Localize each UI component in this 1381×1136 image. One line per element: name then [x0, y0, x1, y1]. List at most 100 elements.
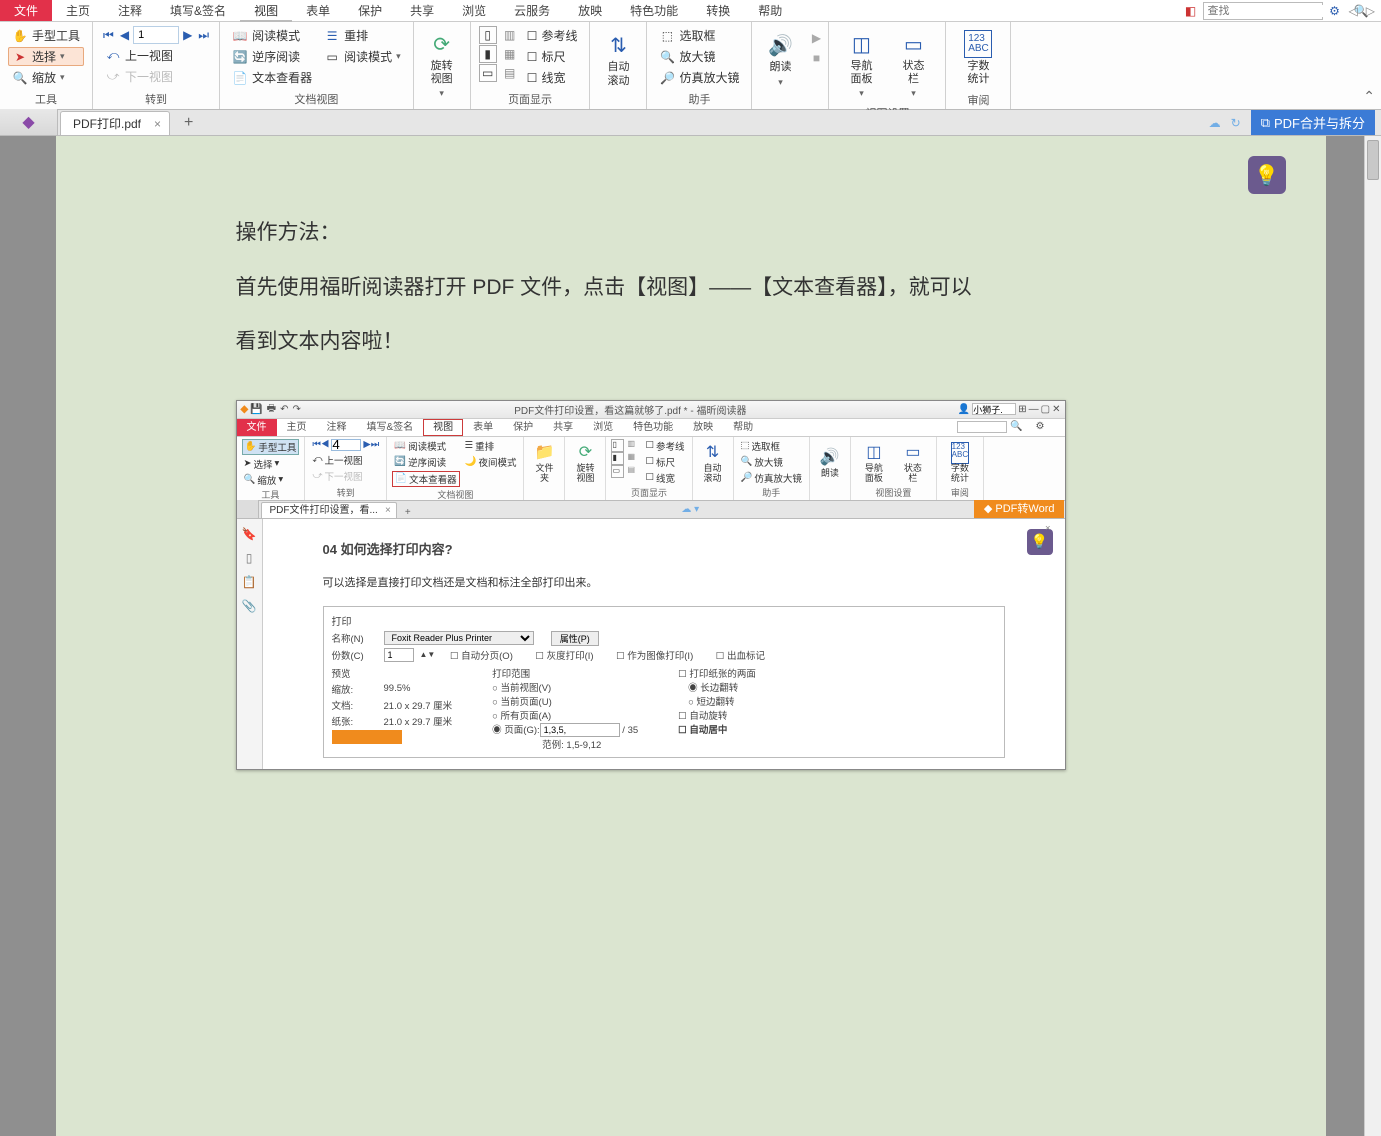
reflow-icon: ☰ [324, 28, 340, 44]
inner-menu-file: 文件 [237, 419, 277, 436]
inner-status: ▭状态 栏 [895, 439, 931, 485]
word-count[interactable]: 123ABC字数 统计 [954, 26, 1002, 90]
loupe[interactable]: 🔎仿真放大镜 [655, 68, 743, 87]
read-mode-2[interactable]: ▭阅读模式 [320, 47, 405, 66]
inner-menu-protect: 保护 [503, 419, 543, 436]
menu-convert[interactable]: 转换 [692, 0, 744, 21]
inner-marquee: ⬚选取框 [739, 439, 804, 453]
menu-comment[interactable]: 注释 [104, 0, 156, 21]
prev-view[interactable]: ⤺上一视图 [101, 46, 211, 65]
prev-page-icon[interactable]: ◀ [118, 28, 131, 42]
tips-icon[interactable]: 💡 [1248, 156, 1286, 194]
nav-panel-icon: ◫ [847, 30, 875, 58]
inner-hand-tool: ✋手型工具 [242, 439, 300, 455]
read-mode[interactable]: 📖阅读模式 [228, 26, 316, 45]
inner-pdf-to-word: ◆ PDF转Word [974, 500, 1065, 518]
ribbon-group-assist: ⬚选取框 🔍放大镜 🔎仿真放大镜 助手 [647, 22, 752, 109]
auto-scroll[interactable]: ⇅自动 滚动 [594, 26, 642, 93]
select-tool[interactable]: ➤选择 ▾ [8, 47, 84, 66]
ribbon-group-viewset: ◫导航 面板 ▭状态 栏 视图设置 [829, 22, 946, 109]
pdf-page: 💡 操作方法： 首先使用福昕阅读器打开 PDF 文件，点击【视图】——【文本查看… [56, 136, 1326, 1136]
pdf-merge-split-button[interactable]: ⧉PDF合并与拆分 [1251, 110, 1375, 135]
search-box[interactable]: 🔍 [1203, 2, 1323, 20]
close-tab-icon[interactable]: × [154, 117, 161, 131]
menu-form[interactable]: 表单 [292, 0, 344, 21]
status-bar[interactable]: ▭状态 栏 [889, 26, 937, 103]
reflow[interactable]: ☰重排 [320, 26, 405, 45]
inner-menu-browse: 浏览 [583, 419, 623, 436]
menu-view[interactable]: 视图 [240, 0, 292, 21]
menu-protect[interactable]: 保护 [344, 0, 396, 21]
read-aloud[interactable]: 🔊朗读 [756, 26, 804, 93]
ribbon-group-tools: ✋手型工具 ➤选择 ▾ 🔍缩放 工具 [0, 22, 93, 109]
menu-play[interactable]: 放映 [564, 0, 616, 21]
inner-menu-form: 表单 [463, 419, 503, 436]
inner-dlg-close-icon: × [1045, 523, 1051, 534]
ribbon-group-pagedisp: ▯ ▮ ▭ ▥ ▦ ▤ ☐参考线 ☐标尺 ☐线宽 页面显示 [471, 22, 591, 109]
cont-two-icon[interactable]: ▦ [501, 45, 519, 63]
line-width[interactable]: ☐线宽 [523, 68, 582, 87]
inner-read: 🔊朗读 [812, 439, 848, 486]
marquee[interactable]: ⬚选取框 [655, 26, 743, 45]
hand-tool[interactable]: ✋手型工具 [8, 26, 84, 45]
inner-page-nav: ⏮◀▶⏭ [310, 439, 381, 451]
group-label-review: 审阅 [954, 90, 1002, 110]
menu-fill-sign[interactable]: 填写&签名 [156, 0, 240, 21]
menu-share[interactable]: 共享 [396, 0, 448, 21]
zoom-tool[interactable]: 🔍缩放 [8, 68, 84, 87]
vertical-scrollbar[interactable] [1364, 136, 1381, 1136]
zoom-icon: 🔍 [12, 70, 28, 86]
page-icon: ▭ [324, 49, 340, 65]
menu-cloud[interactable]: 云服务 [500, 0, 564, 21]
ruler[interactable]: ☐标尺 [523, 47, 582, 66]
cont-page-icon[interactable]: ▮ [479, 45, 497, 63]
document-tab[interactable]: PDF打印.pdf × [60, 111, 170, 135]
next-page-icon[interactable]: ▶ [181, 28, 194, 42]
inner-content: 💡 04 如何选择打印内容? 可以选择是直接打印文档还是文档和标注全部打印出来。… [263, 519, 1065, 769]
ref-line[interactable]: ☐参考线 [523, 26, 582, 45]
menu-file[interactable]: 文件 [0, 0, 52, 21]
autoscroll-icon: ⇅ [604, 31, 632, 59]
nav-fwd-icon[interactable]: ▷ [1364, 4, 1377, 18]
doc-text-2: 首先使用福昕阅读器打开 PDF 文件，点击【视图】——【文本查看器】，就可以 [236, 261, 1146, 316]
doc-text-1: 操作方法： [236, 206, 1146, 261]
menu-help[interactable]: 帮助 [744, 0, 796, 21]
magnifier[interactable]: 🔍放大镜 [655, 47, 743, 66]
cover-icon[interactable]: ▤ [501, 64, 519, 82]
inner-qat-print-icon: 🖶 [265, 401, 278, 418]
sync-icon[interactable]: ↻ [1231, 116, 1241, 130]
text-viewer[interactable]: 📄文本查看器 [228, 68, 316, 87]
next-view-icon: ⤻ [105, 69, 121, 85]
cloud-icon[interactable]: ☁ [1209, 116, 1221, 130]
scrollbar-thumb[interactable] [1367, 140, 1379, 180]
single-page-icon[interactable]: ▯ [479, 26, 497, 44]
reverse-read[interactable]: 🔄逆序阅读 [228, 47, 316, 66]
new-tab-icon[interactable]: + [184, 114, 193, 132]
skin-icon[interactable]: ◧ [1183, 3, 1199, 19]
two-page-icon[interactable]: ▥ [501, 26, 519, 44]
settings-icon[interactable]: ⚙ [1327, 3, 1343, 19]
read-play-icon[interactable]: ▶ [808, 30, 824, 46]
facing-icon[interactable]: ▭ [479, 64, 497, 82]
menu-browse[interactable]: 浏览 [448, 0, 500, 21]
home-tab[interactable]: ◆ [0, 109, 58, 135]
nav-panel[interactable]: ◫导航 面板 [837, 26, 885, 103]
inner-close-icon: ✕ [1052, 404, 1060, 415]
rotate-view[interactable]: ⟳旋转 视图 [418, 26, 466, 103]
merge-icon: ⧉ [1261, 115, 1270, 131]
doc-text-3: 看到文本内容啦！ [236, 315, 1146, 370]
group-label-assist: 助手 [655, 89, 743, 109]
read-stop-icon[interactable]: ■ [808, 50, 824, 66]
menu-special[interactable]: 特色功能 [616, 0, 692, 21]
menu-home[interactable]: 主页 [52, 0, 104, 21]
inner-sidebar: 🔖 ▯ 📋 📎 [237, 519, 263, 769]
book-icon: 📖 [232, 28, 248, 44]
ribbon: ✋手型工具 ➤选择 ▾ 🔍缩放 工具 ⏮ ◀ ▶ ⏭ ⤺上一视图 ⤻下一视图 转… [0, 22, 1381, 110]
inner-menu-share: 共享 [543, 419, 583, 436]
last-page-icon[interactable]: ⏭ [196, 28, 211, 43]
inner-text-viewer: 📄文本查看器 [392, 471, 459, 487]
nav-back-icon[interactable]: ◁ [1347, 4, 1360, 18]
ribbon-collapse-icon[interactable]: ⌃ [1363, 88, 1375, 105]
first-page-icon[interactable]: ⏮ [101, 28, 116, 43]
page-input[interactable] [133, 26, 179, 44]
